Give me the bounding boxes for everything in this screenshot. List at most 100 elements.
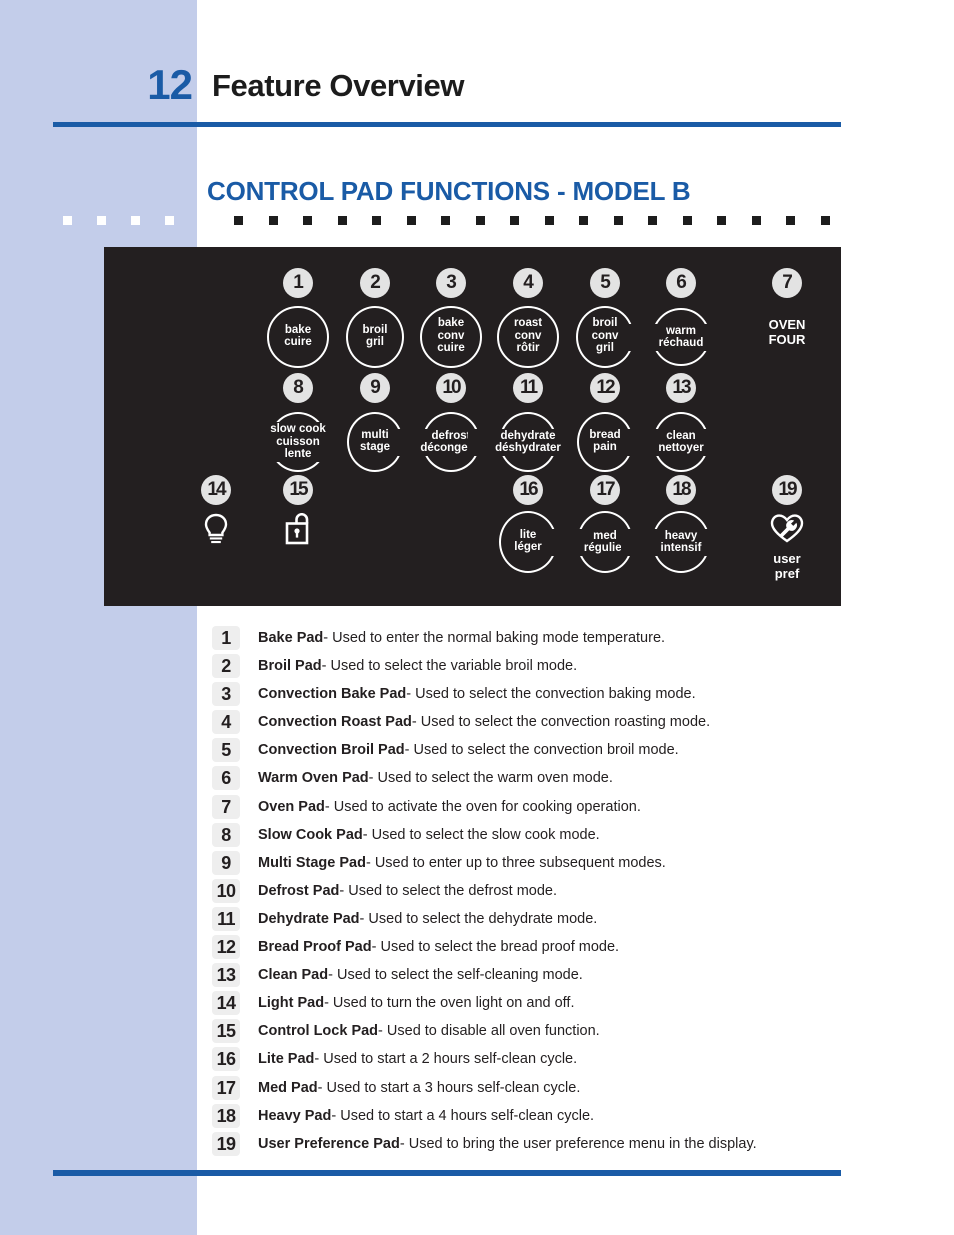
description-body: - Used to select the bread proof mode.: [371, 939, 620, 956]
description-pad-name: Med Pad: [258, 1079, 318, 1096]
description-text: Dehydrate Pad- Used to select the dehydr…: [258, 910, 597, 929]
pad-plain-label: user pref: [773, 551, 801, 581]
description-text: Oven Pad- Used to activate the oven for …: [258, 798, 641, 817]
description-text: Slow Cook Pad- Used to select the slow c…: [258, 826, 600, 845]
divider-dot: [579, 216, 588, 225]
divider-dot: [165, 216, 174, 225]
description-body: - Used to enter up to three subsequent m…: [365, 854, 666, 871]
description-text: User Preference Pad- Used to bring the u…: [258, 1135, 757, 1154]
description-number-badge: 16: [212, 1047, 240, 1072]
pad-description-row: 10 Defrost Pad- Used to select the defros…: [212, 878, 852, 907]
description-text: Bake Pad- Used to enter the normal bakin…: [258, 629, 665, 648]
description-text: Warm Oven Pad- Used to select the warm o…: [258, 769, 613, 788]
description-pad-name: Convection Broil Pad: [258, 742, 405, 759]
description-pad-name: Bake Pad: [258, 630, 324, 646]
divider-dot: [786, 216, 795, 225]
pad-plain-label: OVEN FOUR: [768, 317, 806, 347]
divider-dot: [372, 216, 381, 225]
sidebar-blue-band: [0, 0, 197, 1235]
description-pad-name: Convection Roast Pad: [258, 714, 412, 731]
description-pad-name: Convection Bake Pad: [258, 686, 407, 703]
description-body: - Used to select the self-cleaning mode.: [328, 967, 583, 984]
pad-description-row: 3 Convection Bake Pad- Used to select the…: [212, 682, 852, 710]
description-number-badge: 5: [212, 738, 240, 763]
pad-number-badge: 11: [513, 373, 543, 403]
description-number-badge: 18: [212, 1103, 240, 1128]
description-text: Convection Broil Pad- Used to select the…: [258, 741, 679, 760]
divider-dot: [97, 216, 106, 225]
description-body: - Used to start a 4 hours self-clean cyc…: [331, 1107, 595, 1124]
description-pad-name: Light Pad: [258, 995, 325, 1012]
description-pad-name: Control Lock Pad: [258, 1023, 379, 1040]
pad-description-row: 13 Clean Pad- Used to select the self-cle…: [212, 963, 852, 991]
description-pad-name: Multi Stage Pad: [258, 854, 366, 871]
description-number-badge: 2: [212, 654, 240, 679]
divider-dot: [613, 216, 623, 225]
divider-dot: [406, 216, 416, 225]
description-body: - Used to activate the oven for cooking …: [324, 798, 641, 815]
page-title: Feature Overview: [212, 68, 465, 103]
divider-dot: [337, 216, 347, 225]
lightbulb-icon: [199, 513, 233, 550]
pad-number-badge: 7: [772, 268, 802, 298]
pad-number-badge: 10: [436, 373, 466, 403]
divider-dot: [648, 216, 657, 225]
pad-description-row: 19 User Preference Pad- Used to bring the…: [212, 1131, 852, 1160]
description-number-badge: 3: [212, 682, 240, 707]
header-rule: [53, 122, 841, 127]
pad-description-list: 1 Bake Pad- Used to enter the normal baki…: [212, 626, 852, 1160]
description-text: Convection Roast Pad- Used to select the…: [258, 713, 710, 732]
description-text: Clean Pad- Used to select the self-clean…: [258, 966, 583, 985]
description-text: Lite Pad- Used to start a 2 hours self-c…: [258, 1050, 577, 1069]
description-number-badge: 8: [212, 822, 240, 847]
pad-description-row: 11 Dehydrate Pad- Used to select the dehy…: [212, 906, 852, 935]
pad-description-row: 14 Light Pad- Used to turn the oven light…: [212, 991, 852, 1019]
description-pad-name: Lite Pad: [258, 1051, 315, 1068]
divider-dot: [268, 216, 278, 225]
pad-number-badge: 1: [283, 268, 313, 298]
pad-description-row: 6 Warm Oven Pad- Used to select the warm …: [212, 766, 852, 794]
description-pad-name: Clean Pad: [258, 967, 329, 984]
description-number-badge: 1: [212, 626, 240, 650]
description-number-badge: 11: [212, 906, 240, 931]
description-pad-name: Dehydrate Pad: [258, 910, 360, 927]
description-number-badge: 9: [212, 850, 240, 875]
pad-description-row: 17 Med Pad- Used to start a 3 hours self-…: [212, 1075, 852, 1104]
description-text: Broil Pad- Used to select the variable b…: [258, 657, 577, 676]
pad-description-row: 2 Broil Pad- Used to select the variable …: [212, 654, 852, 682]
description-number-badge: 17: [212, 1075, 240, 1100]
pad-number-badge: 18: [666, 475, 696, 505]
pad-number-badge: 14: [201, 475, 231, 505]
description-text: Control Lock Pad- Used to disable all ov…: [258, 1022, 600, 1041]
description-body: - Used to disable all oven function.: [378, 1023, 600, 1040]
divider-dot: [234, 216, 243, 225]
pad-number-badge: 8: [283, 373, 313, 403]
pad-number-badge: 13: [666, 373, 696, 403]
description-number-badge: 4: [212, 710, 240, 735]
pad-number-badge: 17: [590, 475, 620, 505]
description-pad-name: Warm Oven Pad: [258, 770, 369, 787]
description-pad-name: Bread Proof Pad: [258, 939, 372, 956]
pad-description-row: 5 Convection Broil Pad- Used to select th…: [212, 738, 852, 766]
pad-description-row: 16 Lite Pad- Used to start a 2 hours self…: [212, 1047, 852, 1075]
description-pad-name: Defrost Pad: [258, 882, 340, 899]
divider-dot: [717, 216, 726, 225]
description-text: Multi Stage Pad- Used to enter up to thr…: [258, 854, 666, 873]
description-body: - Used to bring the user preference menu…: [399, 1135, 757, 1152]
pad-number-badge: 3: [436, 268, 466, 298]
description-body: - Used to select the convection baking m…: [406, 686, 696, 703]
description-number-badge: 13: [212, 963, 240, 988]
divider-dot: [131, 216, 140, 225]
padlock-icon: [281, 513, 315, 550]
wrench-heart-icon: [770, 513, 804, 548]
divider-dot: [544, 216, 554, 225]
description-text: Defrost Pad- Used to select the defrost …: [258, 882, 557, 901]
description-number-badge: 19: [212, 1131, 240, 1156]
description-pad-name: Heavy Pad: [258, 1107, 332, 1124]
pad-description-row: 18 Heavy Pad- Used to start a 4 hours sel…: [212, 1103, 852, 1132]
pad-description-row: 8 Slow Cook Pad- Used to select the slow …: [212, 822, 852, 851]
pad-number-badge: 16: [513, 475, 543, 505]
description-body: - Used to select the variable broil mode…: [321, 658, 578, 675]
divider-dot: [441, 216, 450, 225]
pad-number-badge: 15: [283, 475, 313, 505]
